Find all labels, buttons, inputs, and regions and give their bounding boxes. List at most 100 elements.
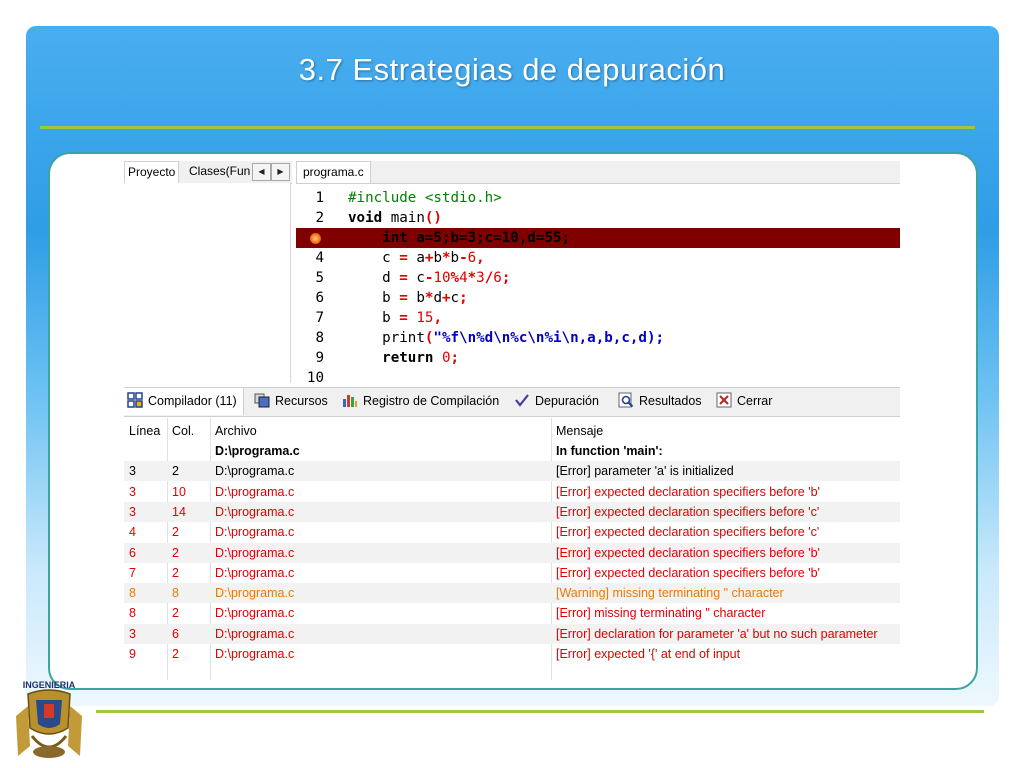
tab-compilador[interactable]: Compilador (11) bbox=[124, 388, 244, 415]
code-token: a bbox=[407, 250, 425, 266]
code-token: b bbox=[348, 310, 400, 326]
footer-divider bbox=[96, 710, 984, 713]
code-token: + bbox=[441, 290, 451, 306]
code-token: c bbox=[407, 270, 425, 286]
code-token: = bbox=[399, 290, 408, 306]
tab-proyecto[interactable]: Proyecto bbox=[124, 161, 180, 183]
logo-text: INGENIERIA bbox=[23, 680, 76, 690]
code-text: b = b*d+c; bbox=[348, 288, 468, 308]
line-number[interactable]: 10 bbox=[296, 368, 324, 382]
tab-clases[interactable]: Clases(Fun bbox=[186, 161, 253, 182]
editor-tabbar: programa.c bbox=[296, 161, 900, 184]
table-row[interactable]: 4 2 D:\programa.c [Error] expected declarat… bbox=[124, 522, 900, 542]
code-line[interactable]: 6 b = b*d+c; bbox=[296, 288, 900, 308]
code-line[interactable]: 5 d = c-10%4*3/6; bbox=[296, 268, 900, 288]
tab-scroll-left-icon[interactable]: ◀ bbox=[252, 163, 271, 181]
code-token: * bbox=[467, 270, 477, 286]
cell-mensaje: In function 'main': bbox=[556, 444, 663, 458]
code-line[interactable]: 2 void main() bbox=[296, 208, 900, 228]
line-number[interactable]: 8 bbox=[296, 328, 324, 348]
code-token: , bbox=[476, 250, 485, 266]
cell-linea: 3 bbox=[129, 626, 136, 641]
table-row[interactable]: 3 14 D:\programa.c [Error] expected declara… bbox=[124, 501, 900, 522]
code-line[interactable]: 4 c = a+b*b-6, bbox=[296, 248, 900, 268]
code-token: , bbox=[433, 310, 442, 326]
code-token: b bbox=[433, 250, 442, 266]
header-archivo[interactable]: Archivo bbox=[215, 421, 257, 441]
tab-label: Compilador (11) bbox=[148, 394, 237, 408]
table-row[interactable]: 3 6 D:\programa.c [Error] declaration for p… bbox=[124, 623, 900, 644]
tab-registro-compilacion[interactable]: Registro de Compilación bbox=[342, 388, 499, 415]
code-token: % bbox=[450, 270, 460, 286]
header-linea[interactable]: Línea bbox=[129, 421, 160, 441]
project-panel-tabs: Proyecto Clases(Fun ◀ ▶ bbox=[124, 161, 292, 184]
cell-linea: 7 bbox=[129, 565, 136, 580]
code-editor[interactable]: 1#include <stdio.h>2void main()3 int a=5… bbox=[296, 184, 900, 382]
tab-label: Cerrar bbox=[737, 394, 773, 408]
table-row[interactable]: D:\programa.c In function 'main': bbox=[124, 441, 900, 461]
title-divider bbox=[40, 126, 975, 129]
code-token: () bbox=[424, 210, 442, 226]
project-tree-pane[interactable] bbox=[124, 183, 291, 383]
cell-mensaje: [Error] expected '{' at end of input bbox=[556, 647, 741, 661]
line-number[interactable]: 5 bbox=[296, 268, 324, 288]
code-token: b bbox=[348, 290, 400, 306]
code-token: c bbox=[348, 250, 400, 266]
error-marker-icon[interactable] bbox=[310, 233, 321, 244]
code-text: return 0; bbox=[348, 348, 459, 368]
line-number[interactable]: 1 bbox=[296, 188, 324, 208]
cell-archivo: D:\programa.c bbox=[215, 525, 295, 540]
tab-depuracion[interactable]: Depuración bbox=[514, 388, 599, 415]
tab-cerrar[interactable]: Cerrar bbox=[716, 388, 772, 415]
code-text: b = 15, bbox=[348, 308, 442, 328]
code-token: 0 bbox=[441, 350, 451, 366]
code-line[interactable]: 9 return 0; bbox=[296, 348, 900, 368]
code-token: = bbox=[399, 310, 408, 326]
code-token: ; bbox=[450, 350, 460, 366]
code-line[interactable]: 1 #include <stdio.h> bbox=[296, 188, 900, 208]
close-icon bbox=[716, 392, 732, 408]
tab-recursos[interactable]: Recursos bbox=[254, 388, 328, 415]
header-col[interactable]: Col. bbox=[172, 421, 194, 441]
cell-col: 2 bbox=[172, 606, 179, 621]
tab-scroll-right-icon[interactable]: ▶ bbox=[271, 163, 290, 181]
line-number[interactable]: 2 bbox=[296, 208, 324, 228]
table-row[interactable]: 8 8 D:\programa.c [Warning] missing termina… bbox=[124, 583, 900, 604]
checkmark-icon bbox=[515, 394, 529, 407]
code-token: * bbox=[441, 250, 451, 266]
cell-mensaje: [Error] parameter 'a' is initialized bbox=[556, 464, 734, 479]
header-mensaje[interactable]: Mensaje bbox=[556, 421, 603, 441]
line-number[interactable]: 6 bbox=[296, 288, 324, 308]
tab-resultados[interactable]: Resultados bbox=[618, 388, 702, 415]
table-row[interactable]: 7 2 D:\programa.c [Error] expected declarat… bbox=[124, 563, 900, 583]
code-token: ; bbox=[501, 270, 511, 286]
table-row[interactable]: 6 2 D:\programa.c [Error] expected declarat… bbox=[124, 542, 900, 563]
tab-label: Resultados bbox=[639, 394, 702, 408]
table-row[interactable]: 3 10 D:\programa.c [Error] expected declara… bbox=[124, 482, 900, 502]
line-number[interactable]: 9 bbox=[296, 348, 324, 368]
editor-tab-programa[interactable]: programa.c bbox=[296, 161, 371, 183]
cell-col: 2 bbox=[172, 525, 179, 540]
table-row[interactable]: 3 2 D:\programa.c [Error] parameter 'a' is … bbox=[124, 461, 900, 482]
code-line[interactable]: 7 b = 15, bbox=[296, 308, 900, 328]
cell-linea: 9 bbox=[129, 647, 136, 661]
line-number[interactable]: 4 bbox=[296, 248, 324, 268]
code-line[interactable]: 10 bbox=[296, 368, 900, 382]
code-line[interactable]: 8 print("%f\n%d\n%c\n%i\n,a,b,c,d); bbox=[296, 328, 900, 348]
cell-archivo: D:\programa.c bbox=[215, 565, 295, 580]
code-token: ; bbox=[459, 290, 468, 306]
cell-mensaje: [Error] expected declaration specifiers … bbox=[556, 545, 820, 560]
code-text: d = c-10%4*3/6; bbox=[348, 268, 510, 288]
code-token: b bbox=[407, 290, 425, 306]
table-row[interactable]: 9 2 D:\programa.c [Error] expected '{' at e… bbox=[124, 644, 900, 664]
code-token: print bbox=[348, 330, 425, 346]
line-number[interactable]: 7 bbox=[296, 308, 324, 328]
table-header-row: Línea Col. Archivo Mensaje bbox=[124, 421, 900, 441]
cell-col: 2 bbox=[172, 464, 179, 479]
magnifier-icon bbox=[618, 392, 634, 408]
code-line-error[interactable]: 3 int a=5;b=3;c=10,d=55; bbox=[296, 228, 900, 248]
cell-col: 2 bbox=[172, 545, 179, 560]
table-row[interactable]: 8 2 D:\programa.c [Error] missing terminati… bbox=[124, 603, 900, 623]
cell-mensaje: [Error] expected declaration specifiers … bbox=[556, 525, 820, 540]
cell-col: 8 bbox=[172, 586, 179, 601]
